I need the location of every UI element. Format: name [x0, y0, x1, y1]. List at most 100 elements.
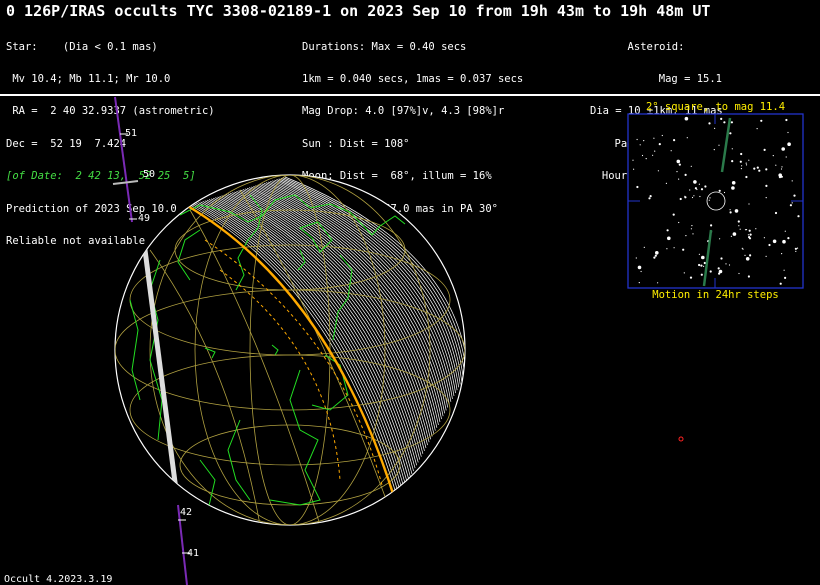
star-dot [641, 154, 644, 157]
star-dot [791, 180, 793, 182]
star-dot [785, 156, 787, 158]
star-dot [685, 235, 687, 237]
star-dot [704, 185, 707, 188]
star-dot [673, 247, 675, 249]
star-dot [732, 232, 737, 236]
star-dot [666, 229, 669, 232]
star-dot [748, 237, 752, 240]
path-tick-label: 50 [143, 169, 156, 180]
star-dot [729, 209, 731, 211]
star-dot [693, 195, 695, 197]
star-dot [679, 197, 682, 201]
globe [114, 174, 466, 526]
sun-moon-marker [678, 436, 684, 442]
star-dot [740, 168, 743, 170]
star-dot [765, 168, 768, 171]
star-dot [731, 186, 735, 190]
star-dot [713, 149, 715, 151]
star-dot [699, 195, 701, 198]
star-dot [782, 239, 786, 244]
star-dot [661, 134, 663, 137]
star-chart-frame [627, 113, 804, 289]
star-dot [784, 276, 787, 279]
star-dot [718, 144, 720, 146]
star-dot [698, 253, 701, 255]
star-dot [795, 250, 797, 252]
star-dot [747, 275, 751, 278]
star-dot [676, 159, 681, 164]
star-dot [748, 203, 750, 205]
star-dot [730, 121, 734, 124]
star-dot [797, 215, 800, 218]
star-dot [718, 189, 721, 192]
star-dot [765, 184, 768, 187]
star-dot [744, 254, 746, 256]
star-dot [745, 229, 748, 231]
star-dot [678, 178, 680, 180]
star-dot [793, 194, 796, 197]
star-dot [689, 276, 693, 279]
star-dot [748, 229, 751, 232]
star-dot [649, 195, 652, 198]
star-dot [678, 163, 681, 166]
star-dot [692, 233, 694, 235]
star-dot [741, 165, 743, 167]
star-dot [723, 191, 726, 194]
star-dot [717, 267, 720, 270]
star-dot [648, 197, 651, 200]
star-dot [748, 159, 750, 161]
star-dot [689, 189, 691, 191]
star-dot [720, 117, 723, 120]
path-tick-label: 42 [180, 507, 193, 518]
star-dot [638, 282, 640, 284]
star-dot [686, 137, 688, 139]
star-dot [765, 197, 767, 199]
star-dot [745, 164, 748, 166]
star-dot [682, 248, 685, 251]
star-dot [730, 235, 733, 237]
star-dot [653, 137, 655, 139]
star-dot [729, 132, 732, 135]
star-dot [710, 224, 713, 227]
star-dot [643, 140, 645, 142]
star-dot [781, 147, 785, 151]
star-dot [791, 202, 793, 204]
star-chart-footer: Motion in 24hr steps [652, 289, 779, 301]
star-dot [714, 127, 716, 129]
star-dot [725, 263, 727, 265]
star-dot [657, 170, 660, 172]
star-dot [737, 220, 740, 223]
star-dot [731, 160, 734, 163]
star-dot [684, 116, 689, 121]
path-tick-label: 51 [125, 128, 138, 139]
star-dot [700, 273, 703, 276]
star-dot [654, 254, 657, 257]
star-dot [719, 238, 721, 240]
star-dot [708, 199, 710, 201]
star-dot [700, 264, 703, 267]
star-dot [718, 269, 723, 274]
star-dot [739, 228, 741, 230]
star-dot [796, 247, 799, 249]
version-footer: Occult 4.2023.3.19 [4, 574, 113, 585]
star-dot [654, 150, 656, 152]
star-dot [708, 122, 711, 125]
star-dot [760, 119, 763, 122]
star-dot [700, 188, 704, 191]
star-dot [740, 152, 743, 156]
star-dot [691, 225, 693, 227]
star-dot [787, 142, 791, 146]
star-dot [779, 282, 782, 285]
star-dot [703, 265, 705, 267]
star-dot [653, 256, 656, 259]
star-dot [720, 257, 723, 260]
star-dot [772, 155, 774, 157]
star-dot [652, 154, 654, 156]
path-track-upper [112, 96, 139, 223]
star-dot [635, 257, 637, 259]
star-dot [639, 144, 641, 146]
star-dot [785, 118, 788, 122]
star-dot [780, 175, 783, 178]
star-dot [637, 265, 642, 270]
star-dot [741, 247, 743, 249]
